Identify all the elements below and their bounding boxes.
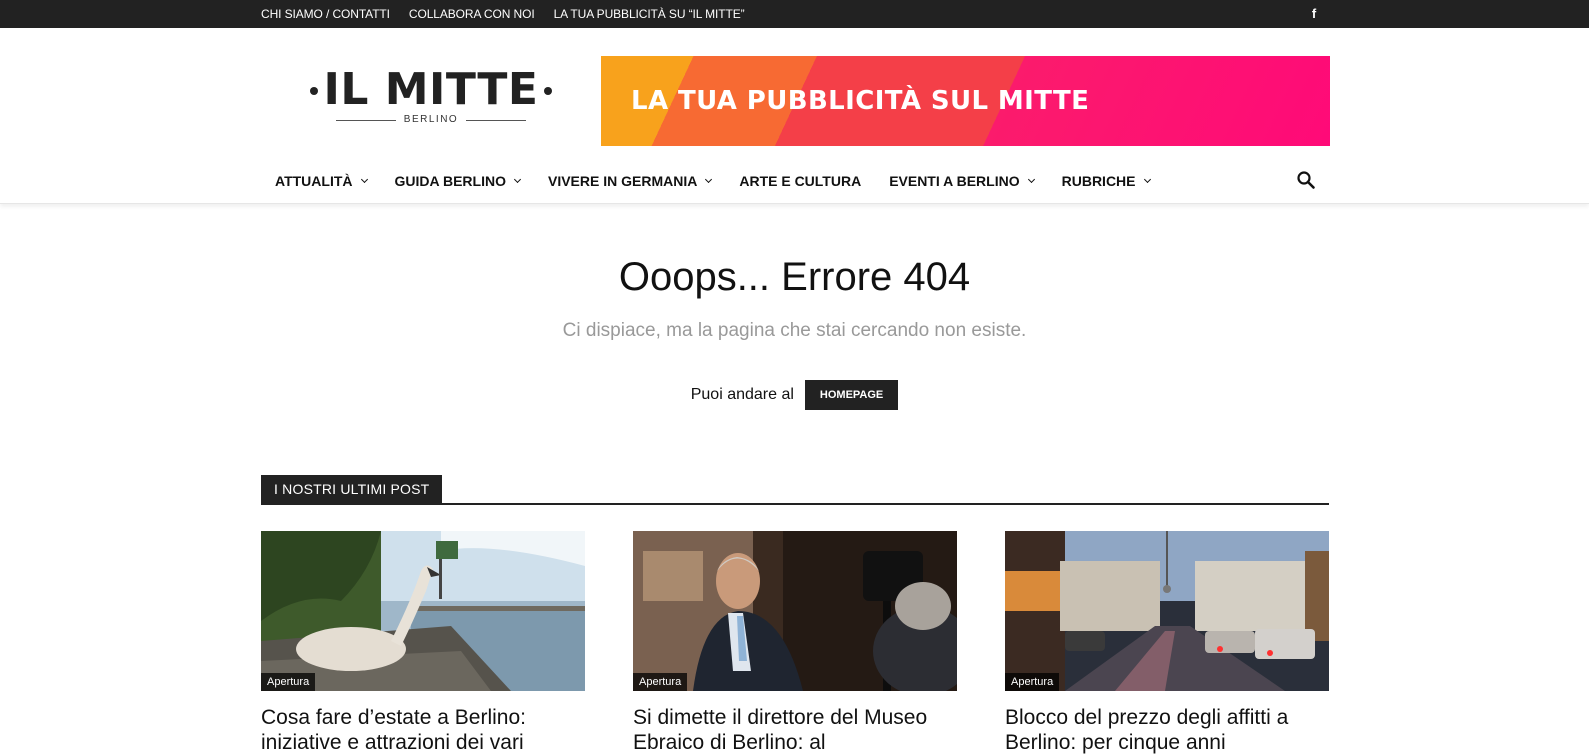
nav-item-arte-e-cultura[interactable]: ARTE E CULTURA [725, 173, 875, 189]
top-link-chi-siamo[interactable]: CHI SIAMO / CONTATTI [261, 7, 390, 21]
post-image-interview [633, 531, 957, 691]
post-title[interactable]: Si dimette il direttore del Museo Ebraic… [633, 705, 957, 755]
search-icon[interactable] [1296, 170, 1316, 190]
facebook-icon[interactable]: f [1307, 6, 1321, 22]
goto-homepage-row: Puoi andare al HOMEPAGE [0, 380, 1589, 410]
nav-item-rubriche[interactable]: RUBRICHE [1048, 173, 1164, 189]
top-link-pubblicita[interactable]: LA TUA PUBBLICITÀ SU “IL MITTE” [554, 7, 745, 21]
post-card[interactable]: Apertura Si dimette il direttore del Mus… [633, 531, 957, 754]
post-image-swan [261, 531, 585, 691]
site-logo[interactable]: IL MITTE BERLINO [310, 64, 552, 128]
top-bar: CHI SIAMO / CONTATTI COLLABORA CON NOI L… [0, 0, 1589, 28]
nav-item-attualita[interactable]: ATTUALITÀ [261, 173, 381, 189]
post-title[interactable]: Cosa fare d’estate a Berlino: iniziative… [261, 705, 585, 755]
post-category-badge[interactable]: Apertura [633, 673, 688, 691]
post-category-badge[interactable]: Apertura [261, 673, 316, 691]
chevron-down-icon [513, 175, 522, 184]
top-link-collabora[interactable]: COLLABORA CON NOI [409, 7, 535, 21]
post-card[interactable]: Apertura Cosa fare d’estate a Berlino: i… [261, 531, 585, 754]
error-title: Ooops... Errore 404 [618, 255, 971, 299]
nav-item-label: VIVERE IN GERMANIA [547, 173, 698, 189]
chevron-down-icon [1143, 175, 1151, 184]
ad-banner[interactable]: LA TUA PUBBLICITÀ SUL MITTE [601, 56, 1330, 146]
post-thumbnail[interactable]: Apertura [1005, 531, 1329, 691]
chevron-down-icon [705, 175, 713, 184]
latest-posts-title: I NOSTRI ULTIMI POST [261, 475, 443, 503]
post-image-street [1005, 531, 1329, 691]
logo-rule-right [466, 120, 526, 121]
chevron-down-icon [1027, 175, 1035, 184]
nav-item-label: ARTE E CULTURA [739, 173, 862, 189]
error-subtitle: Ci dispiace, ma la pagina che stai cerca… [562, 320, 1027, 341]
chevron-down-icon [360, 175, 368, 184]
post-title[interactable]: Blocco del prezzo degli affitti a Berlin… [1005, 705, 1329, 755]
post-thumbnail[interactable]: Apertura [261, 531, 585, 691]
nav-item-eventi-a-berlino[interactable]: EVENTI A BERLINO [875, 173, 1047, 189]
post-category-badge[interactable]: Apertura [1005, 673, 1060, 691]
latest-posts-header: I NOSTRI ULTIMI POST [261, 475, 1329, 505]
nav-item-vivere-in-germania[interactable]: VIVERE IN GERMANIA [534, 173, 725, 189]
nav-item-label: GUIDA BERLINO [394, 173, 506, 189]
logo-name: IL MITTE [323, 64, 539, 115]
goto-label: Puoi andare al [690, 386, 794, 403]
nav-item-label: RUBRICHE [1061, 173, 1136, 189]
homepage-button[interactable]: HOMEPAGE [804, 380, 899, 410]
ad-banner-text: LA TUA PUBBLICITÀ SUL MITTE [631, 86, 1090, 116]
nav-item-label: EVENTI A BERLINO [889, 173, 1020, 189]
post-thumbnail[interactable]: Apertura [633, 531, 957, 691]
main-nav: ATTUALITÀ GUIDA BERLINO VIVERE IN GERMAN… [0, 158, 1589, 204]
logo-dot-right [544, 87, 552, 95]
nav-list: ATTUALITÀ GUIDA BERLINO VIVERE IN GERMAN… [261, 158, 1164, 204]
nav-item-guida-berlino[interactable]: GUIDA BERLINO [381, 173, 534, 189]
top-links: CHI SIAMO / CONTATTI COLLABORA CON NOI L… [261, 0, 745, 28]
post-card[interactable]: Apertura Blocco del prezzo degli affitti… [1005, 531, 1329, 754]
nav-item-label: ATTUALITÀ [275, 173, 353, 189]
